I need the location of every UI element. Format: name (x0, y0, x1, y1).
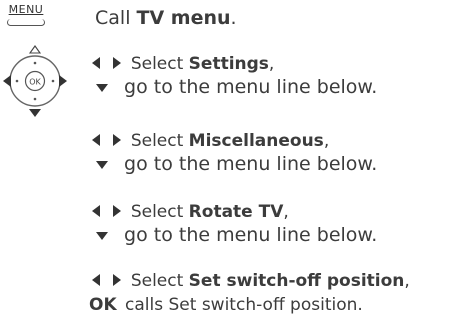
dpad-icon: OK (3, 45, 67, 117)
step-text: Select (130, 54, 189, 74)
step-suffix: , (268, 54, 275, 74)
right-arrow-icon (113, 274, 122, 286)
dpad-ok-label: OK (29, 78, 41, 87)
step-text: Call (95, 7, 137, 29)
step-settings: Select Settings, go to the menu line bel… (92, 53, 377, 98)
step-line2: go to the menu line below. (124, 224, 378, 246)
menu-key-label: MENU (8, 3, 44, 16)
right-arrow-icon (113, 57, 122, 69)
right-arrow-icon (113, 205, 122, 217)
left-arrow-icon (92, 274, 100, 286)
left-arrow-icon (92, 134, 100, 146)
step-bold-text: Set switch-off position (188, 271, 405, 291)
down-arrow-icon (96, 83, 108, 92)
step-rotate-tv: Select Rotate TV, go to the menu line be… (92, 201, 377, 246)
ok-key-label: OK (89, 295, 117, 315)
step-text: Select (130, 202, 189, 222)
menu-key-shape (7, 19, 45, 26)
step-call-menu: Call TV menu. (95, 7, 237, 29)
step-suffix: . (230, 7, 237, 29)
step-suffix: , (283, 202, 289, 222)
step-suffix: , (323, 131, 330, 151)
left-arrow-icon (92, 205, 100, 217)
left-arrow-icon (92, 57, 100, 69)
step-text: Select (130, 131, 189, 151)
step-bold-text: Miscellaneous (188, 131, 324, 151)
step-set-switch-off-position: Select Set switch-off position, OK calls… (89, 270, 410, 316)
step-bold-text: Settings (188, 54, 269, 74)
down-arrow-icon (96, 160, 108, 169)
step-line2: go to the menu line below. (124, 76, 378, 98)
right-arrow-icon (113, 134, 122, 146)
step-bold-text: TV menu (136, 7, 231, 29)
step-suffix: , (404, 271, 410, 291)
down-arrow-icon (96, 231, 108, 240)
step-line2: go to the menu line below. (124, 153, 378, 175)
step-miscellaneous: Select Miscellaneous, go to the menu lin… (92, 130, 377, 175)
menu-key-icon: MENU (3, 4, 49, 26)
step-text: Select (130, 271, 189, 291)
step-bold-text: Rotate TV (188, 202, 284, 222)
step-line2: calls Set switch-off position. (125, 295, 363, 315)
